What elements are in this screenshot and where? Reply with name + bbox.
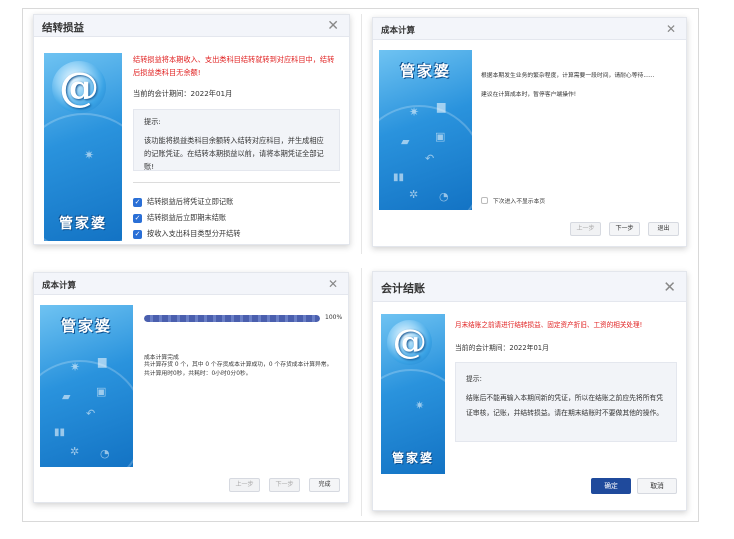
checkbox-box bbox=[481, 197, 488, 204]
at-logo-icon: @ bbox=[51, 60, 107, 114]
at-logo-icon: @ bbox=[387, 320, 433, 366]
undo-icon: ↶ bbox=[425, 152, 435, 165]
dialog-carry-forward: 结转损益 ✕ @ ✷ 管家婆 结转损益将本期收入、支出类科目结转就转到对应科目中… bbox=[33, 14, 350, 245]
progress-bar bbox=[144, 315, 320, 322]
dialog-header: 成本计算 ✕ bbox=[373, 18, 686, 40]
dialog-period-close: 会计结账 ✕ @ ✷ 管家婆 月末结账之前请进行结转损益、固定资产折旧、工资的相… bbox=[372, 271, 687, 511]
dialog-header: 成本计算 ✕ bbox=[34, 273, 348, 295]
checkbox-label: 按收入支出科目类型分开结转 bbox=[147, 229, 241, 238]
folder-icon: ▆ bbox=[98, 355, 107, 368]
warning-text: 月末结账之前请进行结转损益、固定资产折旧、工资的相关处理! bbox=[455, 321, 643, 329]
brand-name: 管家婆 bbox=[59, 216, 107, 232]
briefcase-icon: ▰ bbox=[401, 135, 410, 148]
vertical-divider-bottom bbox=[361, 268, 362, 516]
brand-side-panel: 管家婆 ✷ ▆ ▰ ▣ ↶ ▮▮ ✲ ◔ bbox=[40, 305, 133, 467]
hint-title: 提示: bbox=[466, 375, 482, 383]
checkbox-period-close[interactable]: ✓ 结转损益后立即期末结账 bbox=[133, 213, 226, 223]
wait-message: 根据本期发生业务的繁杂程度，计算需要一段时间，请耐心等待...... bbox=[481, 73, 655, 79]
progress-fill bbox=[144, 315, 320, 322]
sun-icon: ✷ bbox=[84, 148, 95, 162]
dialog-title: 会计结账 bbox=[381, 282, 425, 295]
dialog-title: 成本计算 bbox=[42, 281, 77, 291]
bar-chart-icon: ▮▮ bbox=[393, 172, 405, 183]
separator bbox=[133, 182, 340, 183]
dialog-cost-calc-done: 成本计算 ✕ 管家婆 ✷ ▆ ▰ ▣ ↶ ▮▮ ✲ ◔ 100% 成本计算完成 … bbox=[33, 272, 349, 503]
dialog-cost-calc-intro: 成本计算 ✕ 管家婆 ✷ ▆ ▰ ▣ ↶ ▮▮ ✲ ◔ 根据本期发生业务的繁杂程… bbox=[372, 17, 687, 247]
pie-chart-icon: ◔ bbox=[100, 447, 110, 460]
result-body: 共计算存货 0 个，其中 0 个存货成本计算成功，0 个存货成本计算异常。共计算… bbox=[144, 362, 333, 377]
checkbox-label: 下次进入不显示本页 bbox=[493, 199, 546, 205]
monitor-icon: ▣ bbox=[435, 130, 446, 143]
sun-icon: ✷ bbox=[70, 360, 81, 374]
bar-chart-icon: ▮▮ bbox=[54, 427, 66, 438]
finish-button[interactable]: 完成 bbox=[309, 478, 340, 492]
prev-button[interactable]: 上一步 bbox=[229, 478, 260, 492]
dialog-title: 结转损益 bbox=[42, 22, 84, 34]
monitor-icon: ▣ bbox=[96, 385, 107, 398]
checkbox-dont-show[interactable]: 下次进入不显示本页 bbox=[481, 196, 545, 205]
result-title: 成本计算完成 bbox=[144, 355, 179, 361]
next-button[interactable]: 下一步 bbox=[269, 478, 300, 492]
brand-name: 管家婆 bbox=[60, 317, 112, 335]
accounting-period: 当前的会计期间：2022年01月 bbox=[133, 89, 233, 98]
progress-label: 100% bbox=[325, 314, 343, 321]
brand-side-panel: @ ✷ 管家婆 bbox=[44, 53, 122, 241]
hint-body: 该功能将损益类科目余额转入结转对应科目，并生成相应的记账凭证。在结转本期损益以前… bbox=[144, 136, 324, 171]
pause-advice: 建议在计算成本时，暂停客户端操作! bbox=[481, 92, 577, 98]
dialog-header: 结转损益 ✕ bbox=[34, 15, 349, 37]
hint-title: 提示: bbox=[144, 117, 161, 126]
brand-side-panel: @ ✷ 管家婆 bbox=[381, 314, 445, 474]
check-icon: ✓ bbox=[133, 229, 142, 239]
undo-icon: ↶ bbox=[86, 407, 96, 420]
gear-icon: ✲ bbox=[409, 188, 419, 201]
exit-button[interactable]: 退出 bbox=[648, 222, 679, 236]
close-icon[interactable]: ✕ bbox=[327, 19, 339, 33]
gear-icon: ✲ bbox=[70, 445, 80, 458]
prev-button[interactable]: 上一步 bbox=[570, 222, 601, 236]
sun-icon: ✷ bbox=[415, 399, 425, 412]
checkbox-label: 结转损益后立即期末结账 bbox=[147, 213, 227, 222]
checkbox-post-voucher[interactable]: ✓ 结转损益后将凭证立即记账 bbox=[133, 197, 233, 207]
briefcase-icon: ▰ bbox=[62, 390, 71, 403]
next-button[interactable]: 下一步 bbox=[609, 222, 640, 236]
close-icon[interactable]: ✕ bbox=[663, 280, 676, 295]
check-icon: ✓ bbox=[133, 197, 142, 207]
hint-box: 提示: 结账后不能再输入本期间新的凭证，所以在结账之前应先将所有凭证审核，记账，… bbox=[455, 362, 677, 442]
checkbox-label: 结转损益后将凭证立即记账 bbox=[147, 197, 234, 206]
pie-chart-icon: ◔ bbox=[439, 190, 449, 203]
warning-text: 结转损益将本期收入、支出类科目结转就转到对应科目中，结转后损益类科目无余额! bbox=[133, 55, 335, 77]
cancel-button[interactable]: 取消 bbox=[637, 478, 677, 494]
ok-button[interactable]: 确定 bbox=[591, 478, 631, 494]
check-icon: ✓ bbox=[133, 213, 142, 223]
brand-name: 管家婆 bbox=[391, 451, 434, 465]
dialog-title: 成本计算 bbox=[381, 26, 416, 36]
folder-icon: ▆ bbox=[437, 100, 446, 113]
hint-box: 提示: 该功能将损益类科目余额转入结转对应科目，并生成相应的记账凭证。在结转本期… bbox=[133, 109, 340, 171]
brand-side-panel: 管家婆 ✷ ▆ ▰ ▣ ↶ ▮▮ ✲ ◔ bbox=[379, 50, 472, 210]
hint-body: 结账后不能再输入本期间新的凭证，所以在结账之前应先将所有凭证审核，记账，并结转损… bbox=[466, 394, 664, 417]
close-icon[interactable]: ✕ bbox=[328, 278, 338, 290]
dialog-header: 会计结账 ✕ bbox=[373, 272, 686, 302]
vertical-divider-top bbox=[361, 14, 362, 254]
close-icon[interactable]: ✕ bbox=[666, 23, 676, 35]
sun-icon: ✷ bbox=[409, 105, 420, 119]
accounting-period: 当前的会计期间：2022年01月 bbox=[455, 344, 549, 352]
checkbox-split-by-type[interactable]: ✓ 按收入支出科目类型分开结转 bbox=[133, 229, 240, 239]
brand-name: 管家婆 bbox=[399, 62, 451, 80]
